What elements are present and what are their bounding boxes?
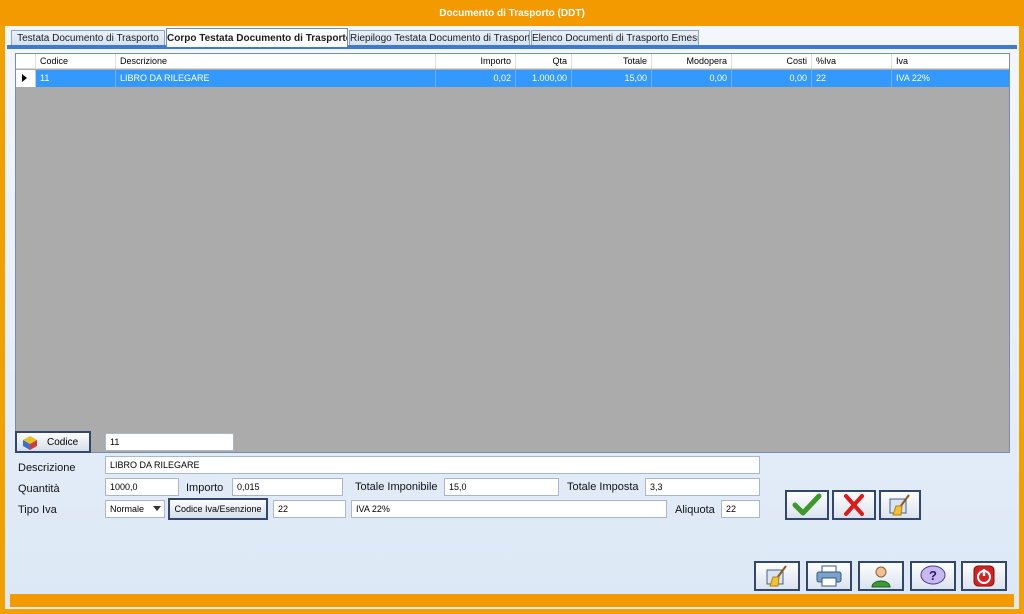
clear-form-button[interactable] — [879, 490, 921, 520]
svg-text:?: ? — [929, 568, 937, 583]
col-costi[interactable]: Costi — [732, 54, 812, 68]
main-panel: Testata Documento di Trasporto Corpo Tes… — [5, 26, 1019, 609]
status-bar — [10, 594, 1014, 607]
tipo-iva-select[interactable]: Normale — [105, 500, 165, 518]
power-icon — [973, 565, 995, 587]
totale-imposta-input[interactable]: 3,3 — [645, 478, 760, 496]
grid-header-selector — [16, 54, 36, 68]
exit-button[interactable] — [961, 561, 1007, 591]
cell-descrizione: LIBRO DA RILEGARE — [116, 70, 436, 87]
col-descrizione[interactable]: Descrizione — [116, 54, 436, 68]
tipo-iva-selected: Normale — [110, 504, 145, 514]
cell-importo: 0,02 — [436, 70, 516, 87]
tab-elenco[interactable]: Elenco Documenti di Trasporto Emessi — [531, 30, 699, 46]
user-button[interactable] — [858, 561, 904, 591]
current-row-arrow-icon — [22, 74, 27, 82]
row-selector[interactable] — [16, 70, 36, 87]
codice-iva-input[interactable]: 22 — [273, 500, 346, 518]
cell-iva: IVA 22% — [896, 73, 930, 83]
tab-strip: Testata Documento di Trasporto Corpo Tes… — [7, 28, 1017, 47]
user-icon — [871, 566, 891, 588]
check-icon — [792, 493, 822, 516]
totale-imposta-label: Totale Imposta — [567, 481, 639, 493]
chevron-down-icon — [153, 506, 161, 511]
tab-testata[interactable]: Testata Documento di Trasporto — [11, 30, 165, 46]
close-icon — [844, 494, 864, 516]
help-button[interactable]: ? — [910, 561, 956, 591]
col-modopera[interactable]: Modopera — [652, 54, 732, 68]
print-button[interactable] — [806, 561, 852, 591]
totale-imponibile-label: Totale Imponibile — [355, 481, 438, 493]
aliquota-label: Aliquota — [675, 504, 715, 516]
broom-icon — [889, 494, 910, 516]
cancel-button[interactable] — [832, 490, 876, 520]
descrizione-input[interactable]: LIBRO DA RILEGARE — [105, 456, 760, 474]
reset-button[interactable] — [754, 561, 800, 591]
codice-lookup-button[interactable]: Codice — [15, 431, 91, 453]
tab-corpo-testata[interactable]: Corpo Testata Documento di Trasporto — [166, 28, 348, 47]
cube-icon — [23, 436, 37, 450]
quantita-input[interactable]: 1000,0 — [105, 478, 179, 496]
cell-perc-iva: 22 — [812, 70, 892, 87]
iva-description-input[interactable]: IVA 22% — [351, 500, 667, 518]
col-codice[interactable]: Codice — [36, 54, 116, 68]
col-iva[interactable]: Iva — [892, 54, 1009, 68]
grid-header: Codice Descrizione Importo Qta Totale Mo… — [16, 54, 1009, 69]
table-row[interactable]: 11 LIBRO DA RILEGARE 0,02 1.000,00 15,00… — [36, 70, 1009, 87]
aliquota-input[interactable]: 22 — [721, 500, 760, 518]
cell-qta: 1.000,00 — [516, 70, 572, 87]
descrizione-label: Descrizione — [18, 462, 76, 474]
importo-label: Importo — [186, 482, 224, 494]
cell-codice: 11 — [36, 70, 116, 87]
tipo-iva-label: Tipo Iva — [18, 504, 57, 516]
importo-input[interactable]: 0,015 — [232, 478, 343, 496]
confirm-button[interactable] — [785, 490, 829, 520]
codice-iva-button[interactable]: Codice Iva/Esenzione — [168, 498, 268, 520]
quantita-label: Quantità — [18, 483, 60, 495]
col-qta[interactable]: Qta — [516, 54, 572, 68]
col-perc-iva[interactable]: %Iva — [812, 54, 892, 68]
tab-riepilogo[interactable]: Riepilogo Testata Documento di Trasporto — [349, 30, 530, 46]
broom-icon — [766, 565, 787, 587]
codice-input[interactable]: 11 — [105, 433, 234, 451]
totale-imponibile-input[interactable]: 15,0 — [444, 478, 559, 496]
help-icon: ? — [920, 565, 946, 585]
cell-modopera: 0,00 — [652, 70, 732, 87]
cell-totale: 15,00 — [572, 70, 652, 87]
tab-underline — [7, 45, 1017, 49]
codice-button-label: Codice — [47, 437, 79, 448]
items-grid[interactable]: Codice Descrizione Importo Qta Totale Mo… — [15, 53, 1010, 453]
col-totale[interactable]: Totale — [572, 54, 652, 68]
col-importo[interactable]: Importo — [436, 54, 516, 68]
window-title: Documento di Trasporto (DDT) — [0, 0, 1024, 26]
printer-icon — [816, 565, 842, 587]
cell-costi: 0,00 — [732, 70, 812, 87]
